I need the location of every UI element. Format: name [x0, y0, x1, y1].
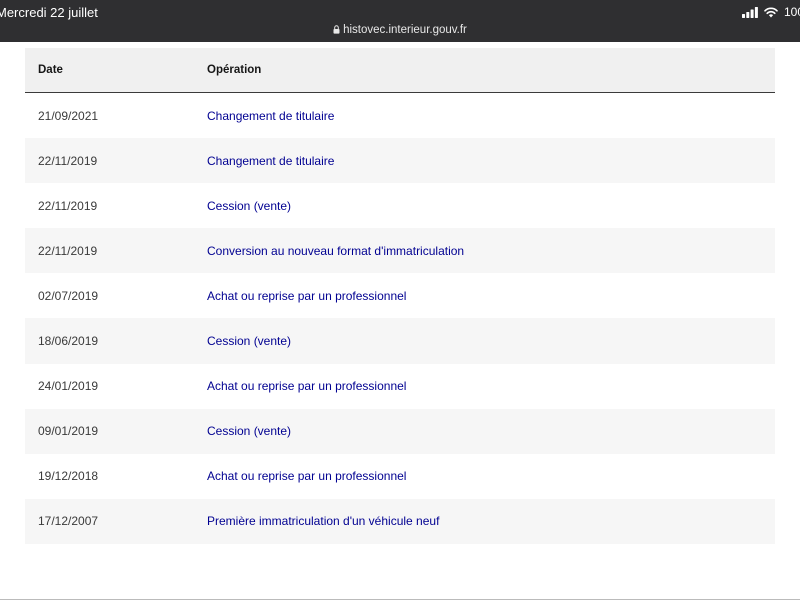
operations-table: Date Opération 21/09/2021 Changement de … [25, 48, 775, 544]
cell-operation-link[interactable]: Cession (vente) [207, 334, 775, 348]
cell-operation-link[interactable]: Conversion au nouveau format d'immatricu… [207, 244, 775, 258]
cell-date: 21/09/2021 [38, 108, 99, 123]
table-body: 21/09/2021 Changement de titulaire 22/11… [25, 93, 775, 544]
cell-date: 18/06/2019 [38, 334, 99, 349]
status-bar: Mercredi 22 juillet histovec.interieur.g… [0, 0, 800, 42]
cell-operation-link[interactable]: Achat ou reprise par un professionnel [207, 469, 775, 483]
cell-date: 17/12/2007 [38, 514, 99, 529]
table-row: 22/11/2019 Cession (vente) [25, 183, 775, 229]
wifi-icon [764, 7, 778, 18]
table-header: Date Opération [25, 48, 775, 93]
cell-date: 09/01/2019 [38, 424, 99, 439]
cell-date: 22/11/2019 [38, 198, 98, 213]
table-row: 09/01/2019 Cession (vente) [25, 408, 775, 454]
cell-date: 19/12/2018 [38, 469, 99, 484]
address-bar[interactable]: histovec.interieur.gouv.fr [0, 24, 800, 37]
cell-operation-link[interactable]: Changement de titulaire [207, 154, 775, 168]
cell-date: 02/07/2019 [38, 288, 99, 303]
status-date: Mercredi 22 juillet [0, 5, 98, 20]
column-header-operation: Opération [207, 64, 262, 76]
table-row: 22/11/2019 Changement de titulaire [25, 138, 775, 184]
cell-date: 22/11/2019 [38, 153, 98, 168]
table-row: 21/09/2021 Changement de titulaire [25, 93, 775, 139]
battery-percent: 100 [784, 5, 800, 19]
table-row: 18/06/2019 Cession (vente) [25, 318, 775, 364]
signal-icon [742, 6, 758, 18]
cell-operation-link[interactable]: Achat ou reprise par un professionnel [207, 379, 775, 393]
column-header-date: Date [38, 64, 63, 76]
table-row: 22/11/2019 Conversion au nouveau format … [25, 228, 775, 274]
cell-operation-link[interactable]: Cession (vente) [207, 424, 775, 438]
cell-date: 22/11/2019 [38, 243, 98, 258]
cell-date: 24/01/2019 [38, 379, 99, 394]
table-row: 24/01/2019 Achat ou reprise par un profe… [25, 363, 775, 409]
cell-operation-link[interactable]: Achat ou reprise par un professionnel [207, 289, 775, 303]
url-text: histovec.interieur.gouv.fr [343, 24, 467, 36]
table-row: 02/07/2019 Achat ou reprise par un profe… [25, 273, 775, 319]
table-row: 17/12/2007 Première immatriculation d'un… [25, 498, 775, 544]
status-indicators: 100 [742, 4, 800, 20]
cell-operation-link[interactable]: Changement de titulaire [207, 109, 775, 123]
table-row: 19/12/2018 Achat ou reprise par un profe… [25, 453, 775, 499]
lock-icon [333, 25, 340, 37]
cell-operation-link[interactable]: Première immatriculation d'un véhicule n… [207, 514, 775, 528]
cell-operation-link[interactable]: Cession (vente) [207, 199, 775, 213]
